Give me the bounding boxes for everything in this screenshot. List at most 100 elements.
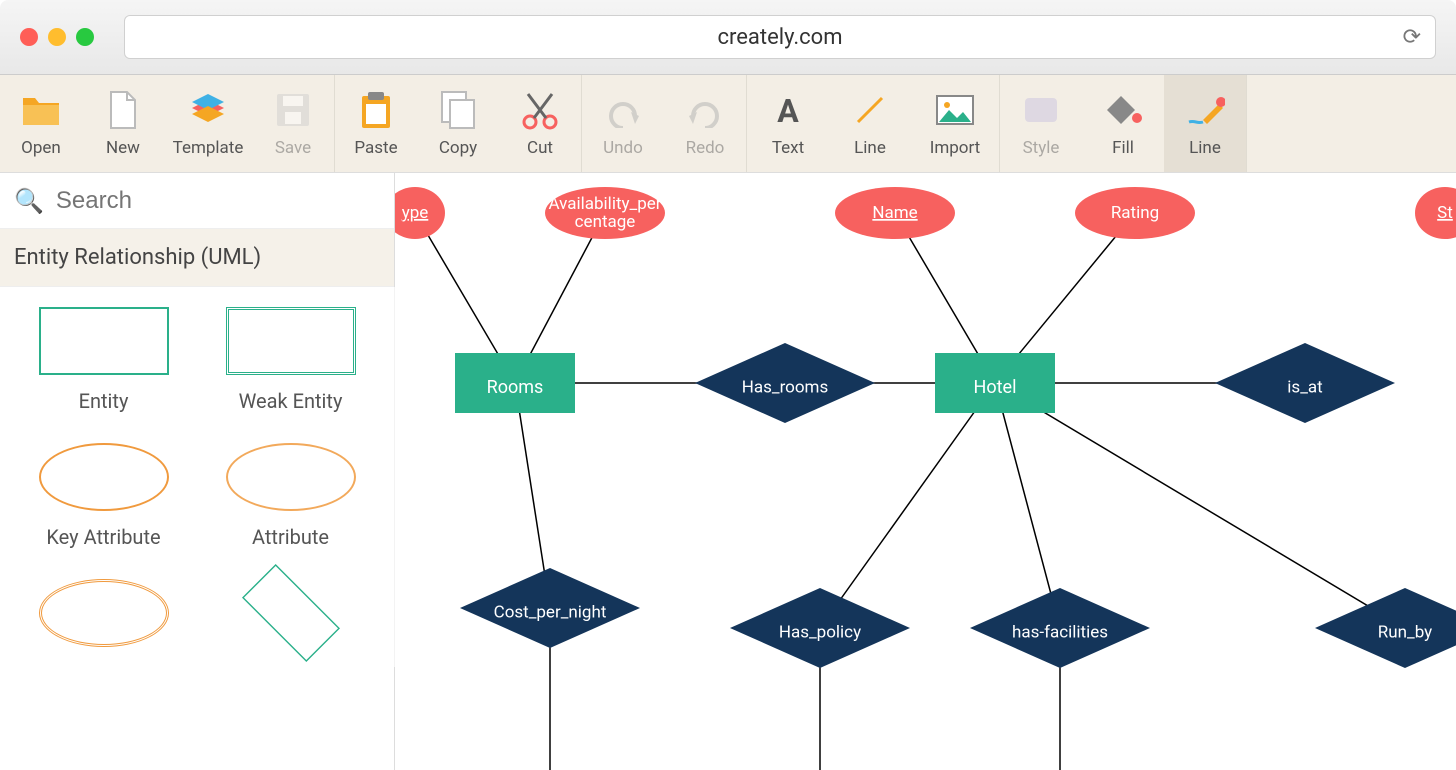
category-header[interactable]: Entity Relationship (UML) [0,229,394,287]
line-button[interactable]: Line [1164,75,1246,172]
paste-button[interactable]: Paste [335,75,417,172]
ellipse-multi-preview [39,579,169,647]
text-icon: A [768,90,808,130]
relationship-costpernight[interactable]: Cost_per_night [460,568,640,648]
svg-text:has-facilities: has-facilities [1012,622,1108,642]
line-button[interactable]: Line [829,75,911,172]
shape-ellipse-attr[interactable]: Attribute [207,443,374,549]
toolbar-label: Open [21,138,61,158]
url-bar[interactable]: creately.com ⟳ [124,15,1436,59]
close-window-icon[interactable] [20,28,38,46]
new-button[interactable]: New [82,75,164,172]
edge[interactable] [820,383,995,628]
toolbar-label: Redo [686,138,725,158]
browser-chrome: creately.com ⟳ [0,0,1456,75]
toolbar-label: Copy [439,138,477,158]
toolbar: Open New Template Save Paste Copy Cut Undo Red… [0,75,1456,173]
relationship-runby[interactable]: Run_by [1315,588,1456,668]
svg-text:Rooms: Rooms [487,377,544,398]
undo-icon [603,90,643,130]
rect-weak-preview [226,307,356,375]
toolbar-label: Import [930,138,981,158]
svg-text:Name: Name [872,203,917,223]
svg-text:A: A [777,92,799,128]
shape-label: Key Attribute [46,525,160,549]
svg-text:centage: centage [575,212,636,232]
clipboard-icon [356,90,396,130]
shape-label: Weak Entity [239,389,343,413]
layers-icon [188,90,228,130]
entity-hotel[interactable]: Hotel [935,353,1055,413]
toolbar-label: Line [854,138,886,158]
attribute-type[interactable]: ype [395,187,445,239]
refresh-icon[interactable]: ⟳ [1403,25,1421,50]
search-input[interactable] [56,187,380,215]
svg-text:Run_by: Run_by [1378,622,1432,642]
shape-rect-weak[interactable]: Weak Entity [207,307,374,413]
redo-button: Redo [664,75,746,172]
sidebar: 🔍 Entity Relationship (UML) ▲ EntityWeak… [0,173,395,770]
shapes-panel: Entity Weak Entity Key Attribute Attribute [0,287,394,667]
relationship-hasfacilities[interactable]: has-facilities [970,588,1150,668]
toolbar-label: Save [275,138,311,158]
svg-text:St: St [1437,203,1453,223]
import-button[interactable]: Import [911,75,999,172]
entity-rooms[interactable]: Rooms [455,353,575,413]
toolbar-label: Fill [1112,138,1134,158]
text-button[interactable]: A Text [747,75,829,172]
pencil-icon [1185,90,1225,130]
minimize-window-icon[interactable] [48,28,66,46]
relationship-isat[interactable]: is_at [1215,343,1395,423]
open-button[interactable]: Open [0,75,82,172]
svg-text:Availability_per: Availability_per [548,194,661,214]
ellipse-key-preview [39,443,169,511]
copy-button[interactable]: Copy [417,75,499,172]
template-button[interactable]: Template [164,75,252,172]
save-icon [273,90,313,130]
attribute-rating[interactable]: Rating [1075,187,1195,239]
svg-text:is_at: is_at [1287,377,1322,397]
toolbar-label: Text [772,138,804,158]
rect-entity-preview [39,307,169,375]
shape-label: Entity [79,389,129,413]
relationship-haspolicy[interactable]: Has_policy [730,588,910,668]
search-row: 🔍 [0,173,394,229]
svg-text:ype: ype [402,203,429,223]
svg-text:Hotel: Hotel [974,377,1017,398]
fill-button[interactable]: Fill [1082,75,1164,172]
style-button: Style [1000,75,1082,172]
ellipse-attr-preview [226,443,356,511]
attribute-st[interactable]: St [1415,187,1456,239]
shape-ellipse-key[interactable]: Key Attribute [20,443,187,549]
edge[interactable] [995,383,1060,628]
toolbar-label: New [106,138,140,158]
shape-ellipse-multi[interactable] [20,579,187,647]
scissors-icon [520,90,560,130]
cut-button[interactable]: Cut [499,75,581,172]
attribute-name[interactable]: Name [835,187,955,239]
toolbar-label: Style [1023,138,1060,158]
fill-icon [1103,90,1143,130]
svg-text:Has_rooms: Has_rooms [742,377,829,397]
svg-text:Rating: Rating [1111,203,1159,223]
shape-rect-entity[interactable]: Entity [20,307,187,413]
search-icon: 🔍 [14,187,44,215]
maximize-window-icon[interactable] [76,28,94,46]
line-draw-icon [850,90,890,130]
style-icon [1021,90,1061,130]
toolbar-label: Template [173,138,244,158]
shape-diamond-rel[interactable] [207,579,374,647]
undo-button: Undo [582,75,664,172]
diagram-canvas[interactable]: ype Availability_percentage Name Rating St Ha… [395,173,1456,770]
svg-text:Has_policy: Has_policy [779,622,861,642]
toolbar-label: Paste [354,138,397,158]
copy-icon [438,90,478,130]
shape-label: Attribute [252,525,329,549]
toolbar-label: Line [1189,138,1221,158]
er-diagram[interactable]: ype Availability_percentage Name Rating St Ha… [395,173,1456,770]
relationship-hasrooms[interactable]: Has_rooms [695,343,875,423]
attribute-avail[interactable]: Availability_percentage [545,187,665,239]
toolbar-label: Undo [603,138,643,158]
redo-icon [685,90,725,130]
svg-text:Cost_per_night: Cost_per_night [494,602,607,622]
